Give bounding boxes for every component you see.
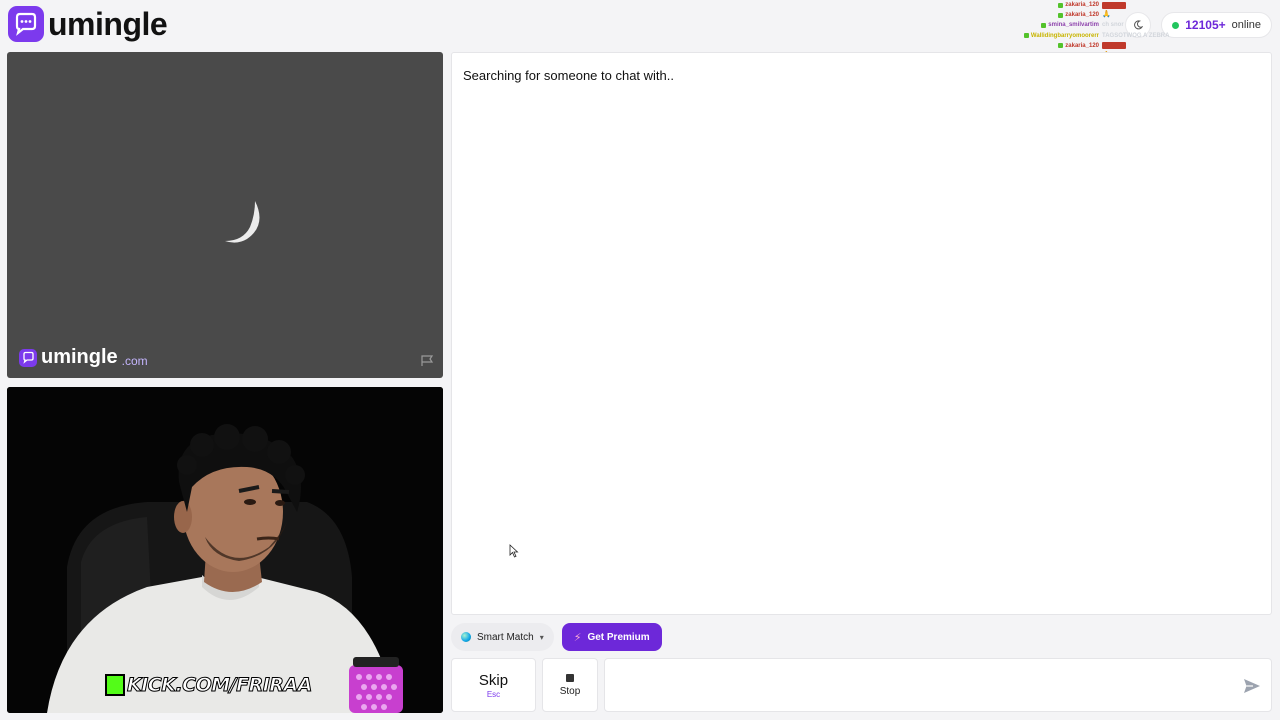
caret-down-icon: ▾ [539,632,544,642]
mouse-cursor-icon [509,544,519,558]
send-icon[interactable] [1243,678,1261,694]
get-premium-button[interactable]: ⚡ Get Premium [561,623,662,651]
stream-chat-message: ch snor [1102,22,1124,29]
skip-shortcut-key: Esc [486,689,501,699]
chat-panel: Searching for someone to chat with.. [451,52,1272,615]
stream-chat-username: zakaria_120 [1065,42,1099,49]
header: umingle [8,6,168,43]
stream-chat-user: smina_smilvartim [1022,20,1102,30]
stream-chat-user: Wallidingbarryomoorerr [1022,31,1102,41]
skip-button[interactable]: Skip Esc [451,658,536,712]
kick-url-text: KICK.COM/FRIRAA [127,674,313,697]
lightning-icon: ⚡ [573,631,582,644]
chat-badge-icon [1041,22,1047,28]
message-input[interactable] [615,669,1225,703]
message-box [604,658,1272,712]
stream-chat-line: smina_smilvartim ch snor [1022,20,1280,30]
stream-chat-line: zakaria_120 [1022,0,1280,10]
emote-icon [1102,42,1126,50]
stop-button[interactable]: Stop [542,658,598,712]
stop-icon [566,673,574,682]
stop-label: Stop [559,685,581,697]
skip-label: Skip [478,671,509,689]
chat-badge-icon [1058,2,1064,8]
globe-icon [461,632,471,642]
match-controls: Smart Match ▾ ⚡ Get Premium [451,623,662,651]
stream-chat-user: zakaria_120 [1022,41,1102,51]
kick-logo-icon [105,674,125,696]
premium-label: Get Premium [587,631,650,643]
chat-status-text: Searching for someone to chat with.. [463,68,675,83]
stream-chat-user: zakaria_120 [1022,0,1102,10]
stream-chat-username: zakaria_120 [1065,2,1099,8]
chat-badge-icon [1023,33,1029,39]
stream-chat-message: TAGSOTWOG A ZEBRA [1102,32,1170,39]
stream-chat-username: smina_smilvartim [1048,22,1099,29]
kick-overlay: KICK.COM/FRIRAA [105,674,313,697]
stream-chat-line: zakaria_120🙏 [1022,10,1280,20]
pray-emote-icon: 🙏 [1102,11,1111,19]
smart-match-dropdown[interactable]: Smart Match ▾ [451,623,554,651]
webcam-feed [7,387,443,713]
smart-match-label: Smart Match [477,631,534,643]
video-watermark: umingle .com [19,346,148,369]
stream-chat-user: zakaria_120 [1022,10,1102,20]
loading-spinner-icon [225,201,260,243]
emote-icon [1102,1,1126,9]
self-video-panel: KICK.COM/FRIRAA [7,387,443,713]
stream-chat-line: zakaria_120 [1022,41,1280,51]
stream-chat-username: Wallidingbarryomoorerr [1030,32,1099,39]
chat-badge-icon [1058,43,1064,49]
flag-icon[interactable] [420,355,434,367]
chat-badge-icon [1058,12,1064,18]
watermark-text: umingle [41,346,118,368]
stream-chat-line: Wallidingbarryomoorerr TAGSOTWOG A ZEBRA [1022,31,1280,41]
chat-bubble-icon[interactable] [8,6,44,42]
stranger-video-panel: umingle .com [7,52,443,378]
stream-chat-username: zakaria_120 [1065,12,1099,19]
watermark-domain: .com [121,353,148,368]
logo-text[interactable]: umingle [48,6,168,43]
chat-bubble-icon [19,348,37,367]
